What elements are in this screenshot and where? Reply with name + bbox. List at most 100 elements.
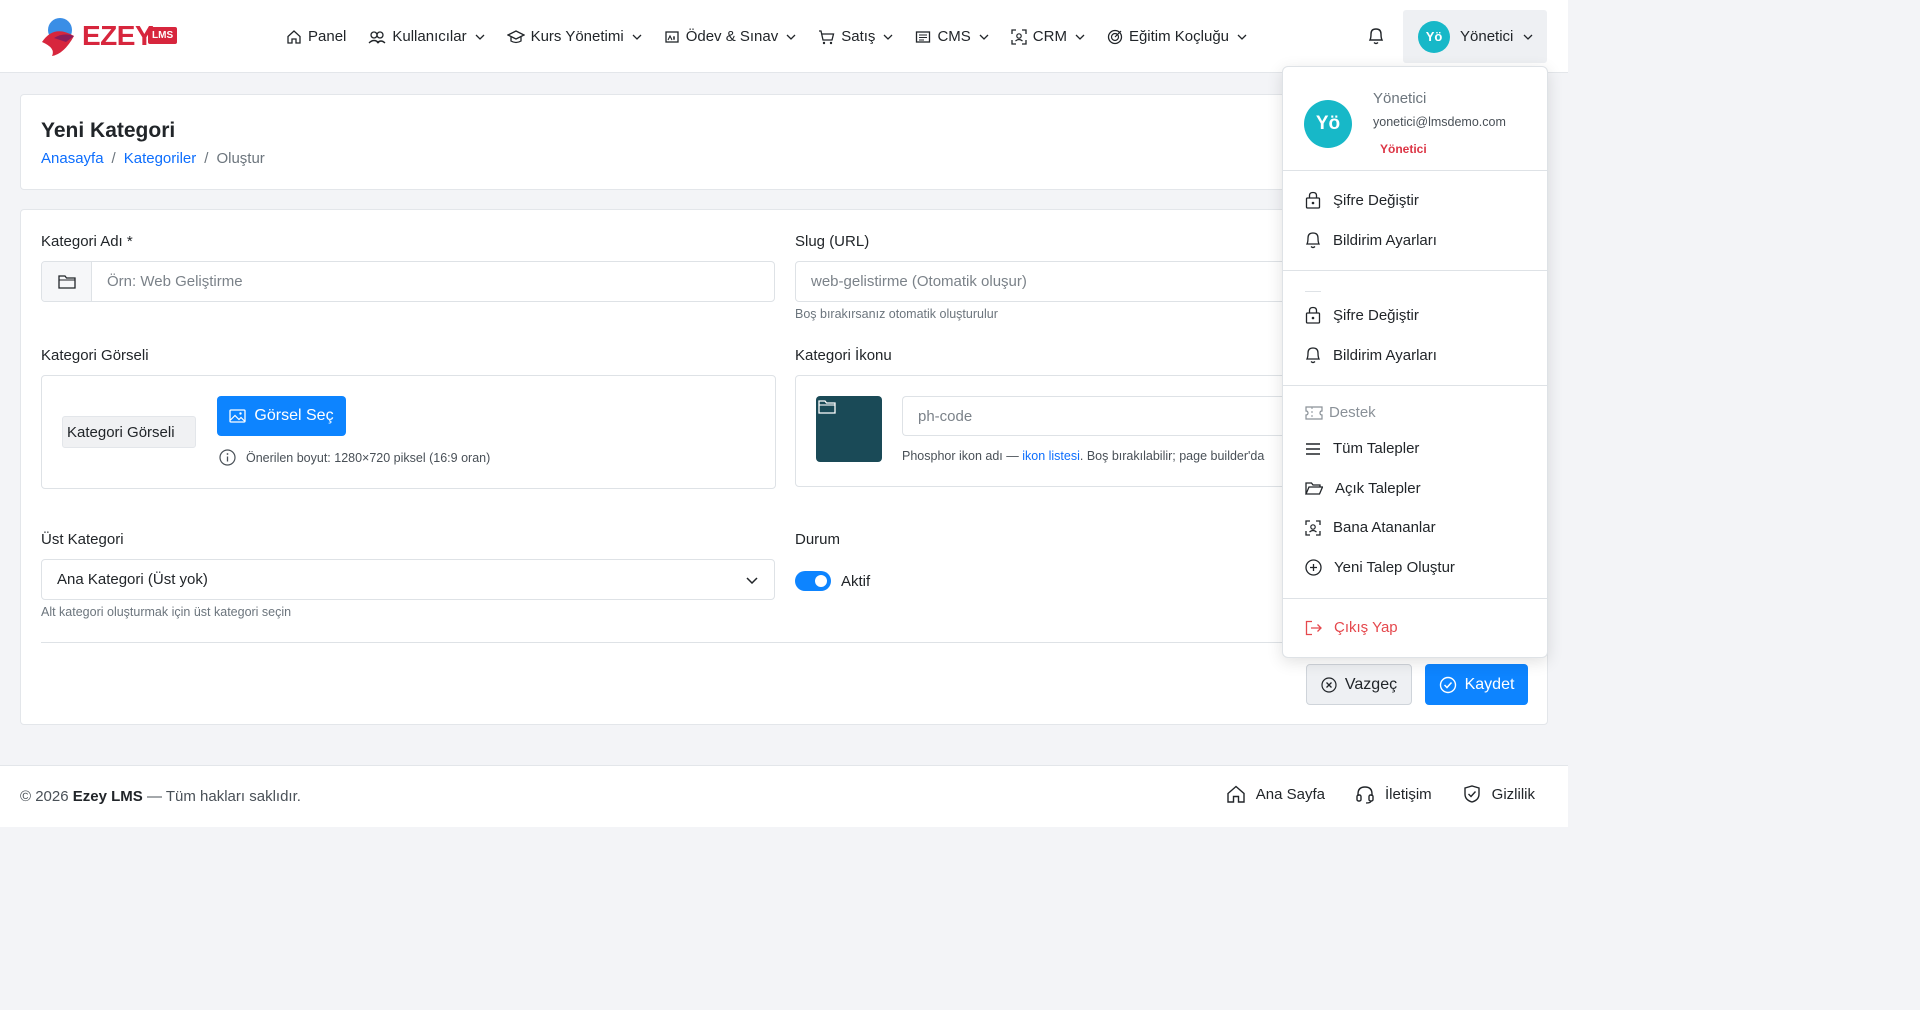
category-image-preview: Kategori Görseli	[62, 416, 196, 448]
menu-item-change-password[interactable]: Şifre Değiştir	[1305, 191, 1419, 209]
nav-item-label: Satış	[841, 28, 876, 45]
menu-item-all-tickets[interactable]: Tüm Talepler	[1305, 440, 1419, 457]
copyright-brand: Ezey LMS	[72, 788, 143, 805]
chevron-down-icon	[746, 577, 758, 584]
menu-item-label: Çıkış Yap	[1334, 619, 1398, 636]
nav-item-label: CMS	[937, 28, 971, 45]
sign-out-icon	[1305, 620, 1322, 635]
footer-link-label: Ana Sayfa	[1255, 785, 1325, 803]
support-section-header: Destek	[1305, 404, 1376, 421]
breadcrumb-separator: /	[204, 150, 209, 167]
footer-link-contact[interactable]: İletişim	[1355, 784, 1432, 804]
menu-item-assigned-to-me[interactable]: Bana Atananlar	[1305, 519, 1436, 536]
target-icon	[1107, 29, 1123, 44]
menu-item-label: Şifre Değiştir	[1333, 306, 1419, 324]
user-dropdown-menu: Yö Yönetici yonetici@lmsdemo.com Yönetic…	[1282, 66, 1548, 658]
users-icon	[368, 30, 386, 43]
chevron-down-icon	[1075, 34, 1085, 40]
headset-icon	[1356, 786, 1374, 804]
main-nav: Panel Kullanıcılar Kurs Yönetimi Ödev & …	[286, 0, 1269, 73]
chevron-down-icon	[475, 34, 485, 40]
copyright: © 2026 Ezey LMS — Tüm hakları saklıdır.	[20, 788, 301, 805]
folder-icon	[818, 400, 836, 414]
footer-link-home[interactable]: Ana Sayfa	[1226, 784, 1325, 804]
chevron-down-icon	[632, 34, 642, 40]
page-title: Yeni Kategori	[41, 119, 176, 142]
cancel-label: Vazgeç	[1344, 675, 1398, 693]
category-name-input[interactable]	[92, 262, 774, 301]
nav-item-cms[interactable]: CMS	[915, 28, 989, 45]
user-menu-button[interactable]: Yö Yönetici	[1403, 10, 1547, 63]
shield-check-icon	[1463, 785, 1480, 803]
menu-item-label: Bildirim Ayarları	[1333, 231, 1437, 249]
avatar: Yö	[1418, 20, 1450, 53]
menu-item-new-ticket[interactable]: Yeni Talep Oluştur	[1305, 559, 1455, 576]
footer-link-privacy[interactable]: Gizlilik	[1462, 784, 1535, 804]
home-icon	[1227, 785, 1245, 803]
notifications-button[interactable]	[1366, 26, 1386, 46]
chevron-down-icon	[979, 34, 989, 40]
nav-item-crm[interactable]: CRM	[1011, 28, 1085, 45]
menu-item-change-password-2[interactable]: Şifre Değiştir	[1305, 306, 1419, 324]
check-circle-icon	[1439, 676, 1456, 693]
bell-icon	[1368, 28, 1384, 45]
nav-item-users[interactable]: Kullanıcılar	[368, 28, 485, 45]
image-icon	[229, 409, 247, 423]
menu-item-label: Bildirim Ayarları	[1333, 346, 1437, 364]
save-button[interactable]: Kaydet	[1425, 664, 1528, 705]
parent-category-label: Üst Kategori	[41, 531, 124, 548]
menu-divider	[1283, 270, 1547, 271]
menu-item-notification-settings-2[interactable]: Bildirim Ayarları	[1305, 346, 1437, 364]
menu-divider	[1283, 598, 1547, 599]
ticket-icon	[1305, 405, 1323, 420]
breadcrumb-categories[interactable]: Kategoriler	[124, 150, 197, 167]
chevron-down-icon	[1237, 34, 1247, 40]
user-focus-icon	[1305, 519, 1321, 536]
nav-item-panel[interactable]: Panel	[286, 28, 346, 45]
menu-item-logout[interactable]: Çıkış Yap	[1305, 619, 1398, 636]
nav-item-sales[interactable]: Satış	[818, 28, 893, 45]
select-image-label: Görsel Seç	[254, 407, 334, 424]
brand-name: EZEY	[82, 20, 154, 51]
menu-item-open-tickets[interactable]: Açık Talepler	[1305, 480, 1421, 497]
lock-icon	[1305, 306, 1321, 324]
newspaper-icon	[916, 30, 931, 43]
nav-item-coaching[interactable]: Eğitim Koçluğu	[1107, 28, 1247, 45]
home-icon	[287, 29, 301, 44]
breadcrumb-separator: /	[111, 150, 116, 167]
cart-icon	[819, 29, 835, 44]
x-circle-icon	[1321, 676, 1337, 693]
brand-badge: LMS	[148, 27, 178, 44]
logo-mark-icon	[42, 18, 74, 56]
category-name-label: Kategori Adı *	[41, 233, 133, 250]
category-icon-label: Kategori İkonu	[795, 347, 892, 364]
parent-category-value: Ana Kategori (Üst yok)	[57, 571, 208, 588]
top-navbar: EZEY LMS Panel Kullanıcılar Kurs Yönetim…	[0, 0, 1568, 73]
status-value: Aktif	[841, 573, 871, 590]
nav-item-label: Panel	[308, 28, 347, 45]
menu-item-notification-settings[interactable]: Bildirim Ayarları	[1305, 231, 1437, 249]
copyright-year: © 2026	[20, 788, 69, 805]
breadcrumb: Anasayfa / Kategoriler / Oluştur	[41, 150, 265, 167]
breadcrumb-home[interactable]: Anasayfa	[41, 150, 104, 167]
footer-link-label: Gizlilik	[1491, 785, 1535, 803]
nav-item-course-management[interactable]: Kurs Yönetimi	[506, 28, 642, 45]
status-toggle[interactable]	[795, 571, 831, 591]
cancel-button[interactable]: Vazgeç	[1306, 664, 1412, 705]
dropdown-user-email: yonetici@lmsdemo.com	[1373, 115, 1506, 129]
footer-links: Ana Sayfa İletişim Gizlilik	[1226, 784, 1535, 804]
user-name: Yönetici	[1460, 28, 1514, 45]
dropdown-user-name: Yönetici	[1373, 90, 1427, 107]
parent-category-select[interactable]: Ana Kategori (Üst yok)	[41, 559, 775, 600]
folder-open-icon	[1305, 482, 1323, 495]
exam-icon	[665, 30, 679, 43]
brand-logo[interactable]: EZEY LMS	[40, 14, 190, 58]
category-image-box: Kategori Görseli Görsel Seç Önerilen boy…	[41, 375, 776, 489]
nav-item-label: CRM	[1032, 28, 1067, 45]
nav-item-assignments[interactable]: Ödev & Sınav	[664, 28, 797, 45]
copyright-rights: — Tüm hakları saklıdır.	[146, 788, 301, 805]
chevron-down-icon	[786, 34, 796, 40]
plus-circle-icon	[1305, 559, 1322, 576]
icon-list-link[interactable]: ikon listesi	[1022, 449, 1080, 463]
select-image-button[interactable]: Görsel Seç	[217, 396, 346, 436]
